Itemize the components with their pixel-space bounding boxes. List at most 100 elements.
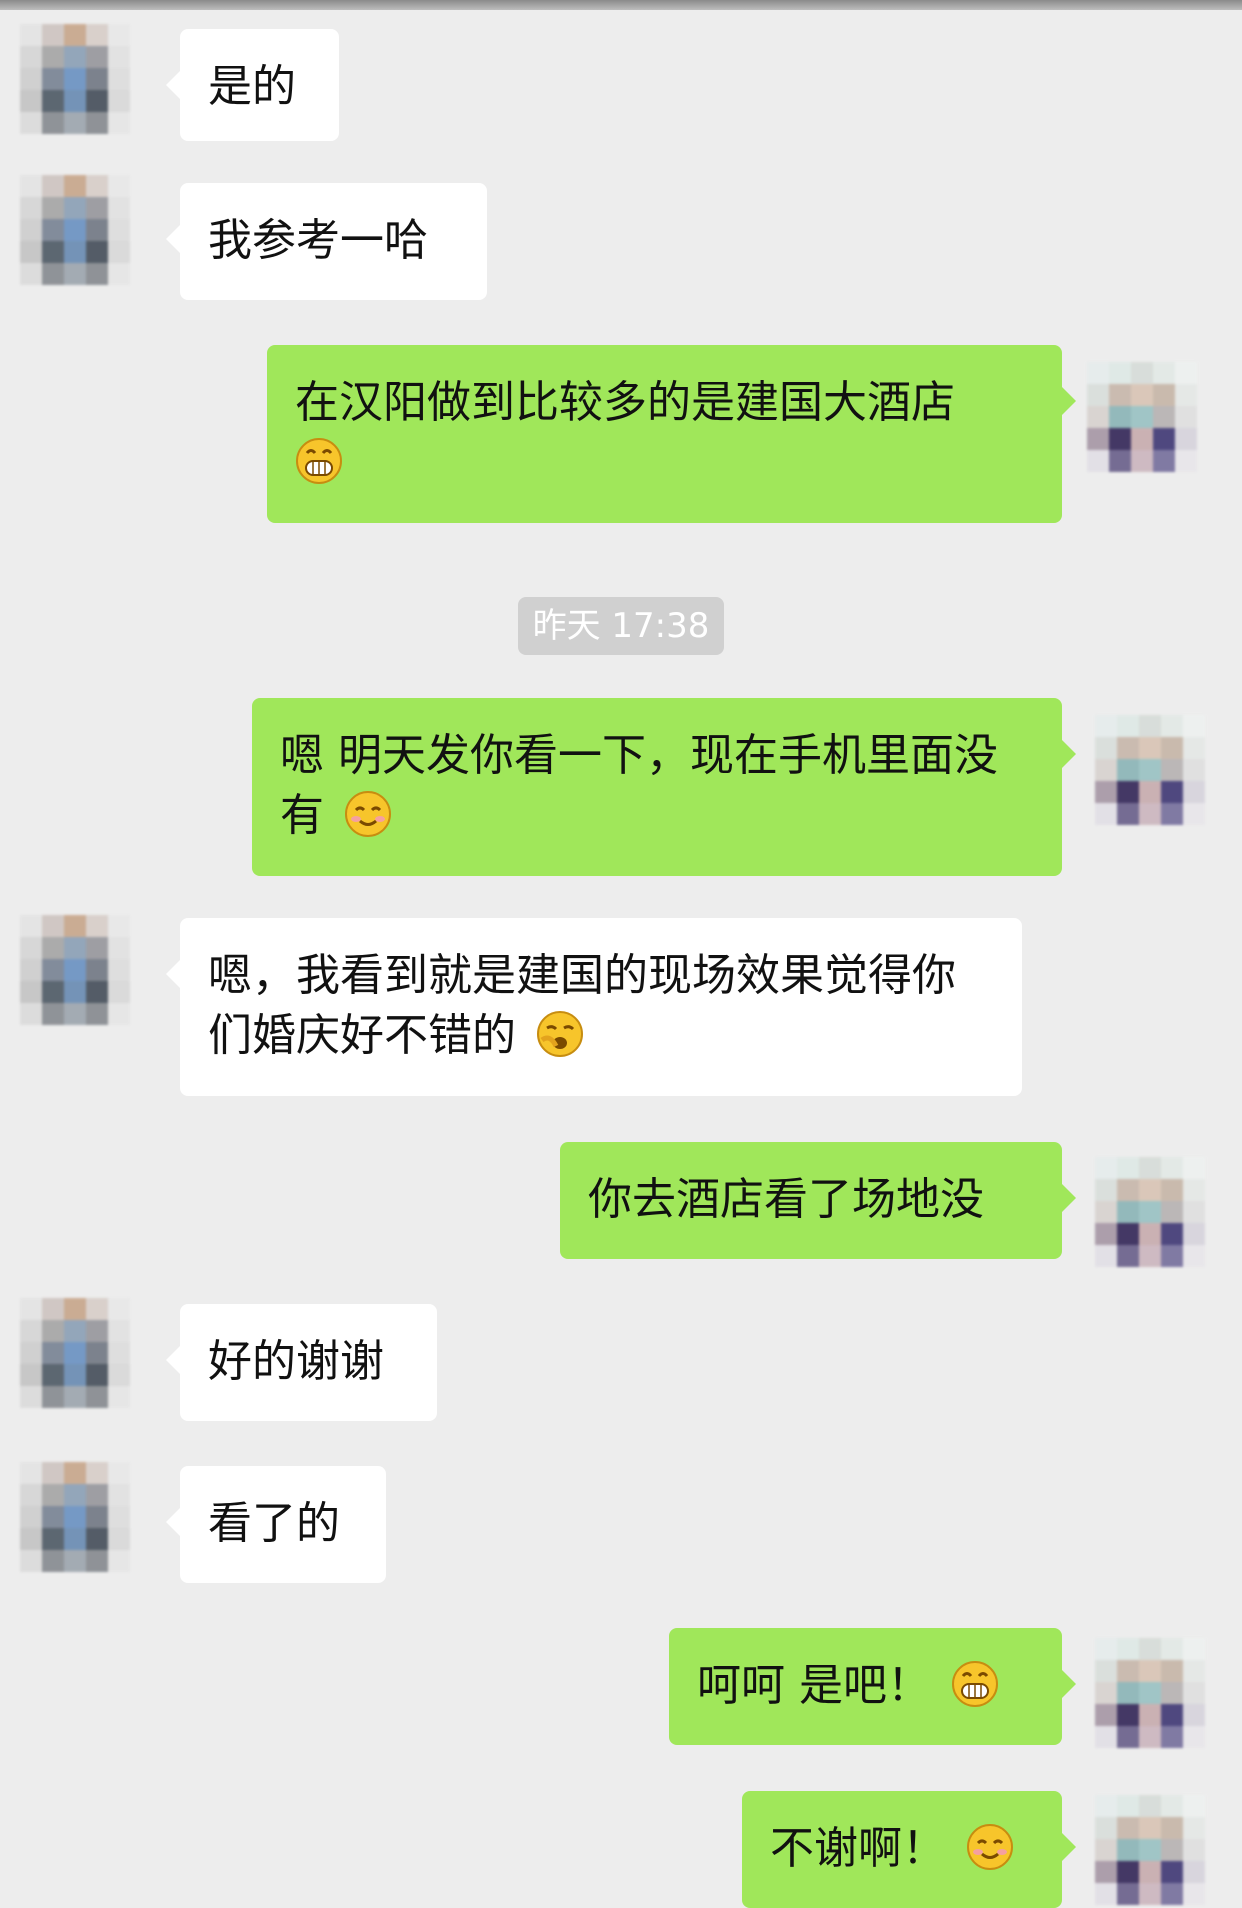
avatar-tile (86, 1364, 108, 1386)
avatar-tile (1183, 1817, 1205, 1839)
message-text: 我参考一哈 (208, 215, 428, 266)
self-avatar[interactable] (1095, 1795, 1205, 1905)
avatar-tile (42, 1320, 64, 1342)
avatar-tile (1153, 362, 1175, 384)
avatar-tile (20, 1298, 42, 1320)
self-avatar[interactable] (1095, 1638, 1205, 1748)
avatar-tile (20, 68, 42, 90)
message-bubble-outgoing[interactable]: 呵呵 是吧！ (669, 1628, 1076, 1745)
avatar-tile (20, 1364, 42, 1386)
avatar-tile (1161, 1839, 1183, 1861)
avatar-tile (86, 90, 108, 112)
message-timestamp: 昨天 17:38 (518, 597, 724, 655)
contact-avatar[interactable] (20, 1298, 130, 1408)
avatar-tile (1161, 1179, 1183, 1201)
avatar-tile (1175, 428, 1197, 450)
contact-avatar[interactable] (20, 1462, 130, 1572)
avatar-tile (42, 90, 64, 112)
avatar-tile (20, 1003, 42, 1025)
avatar-tile (64, 90, 86, 112)
message-bubble-incoming[interactable]: 是的 (166, 29, 339, 141)
avatar-tile (64, 241, 86, 263)
message-bubble-outgoing[interactable]: 不谢啊！ (742, 1791, 1076, 1908)
avatar-tile (1131, 362, 1153, 384)
avatar-tile (108, 1364, 130, 1386)
avatar-tile (108, 219, 130, 241)
message-bubble-outgoing[interactable]: 你去酒店看了场地没 (560, 1142, 1076, 1259)
message-bubble-outgoing[interactable]: 嗯 明天发你看一下，现在手机里面没有 (252, 698, 1076, 876)
avatar-tile (108, 1298, 130, 1320)
avatar-tile (42, 197, 64, 219)
contact-avatar[interactable] (20, 915, 130, 1025)
message-bubble-incoming[interactable]: 好的谢谢 (166, 1304, 437, 1421)
avatar-tile (20, 197, 42, 219)
grin-emoji-icon (295, 437, 343, 485)
avatar-tile (42, 1364, 64, 1386)
avatar-tile (86, 112, 108, 134)
avatar-tile (1087, 384, 1109, 406)
avatar-tile (1161, 1704, 1183, 1726)
avatar-tile (1139, 1682, 1161, 1704)
avatar-tile (1183, 1245, 1205, 1267)
avatar-tile (64, 263, 86, 285)
avatar-tile (86, 219, 108, 241)
avatar-tile (64, 1364, 86, 1386)
avatar-tile (1183, 803, 1205, 825)
avatar-tile (64, 959, 86, 981)
avatar-tile (1139, 737, 1161, 759)
avatar-tile (1161, 1682, 1183, 1704)
avatar-tile (1183, 1179, 1205, 1201)
avatar-tile (1095, 1704, 1117, 1726)
avatar-tile (108, 24, 130, 46)
avatar-tile (1161, 1883, 1183, 1905)
avatar-tile (1117, 1638, 1139, 1660)
self-avatar[interactable] (1095, 715, 1205, 825)
message-bubble-outgoing[interactable]: 在汉阳做到比较多的是建国大酒店 (267, 345, 1076, 523)
avatar-tile (1139, 1861, 1161, 1883)
avatar-tile (108, 1386, 130, 1408)
avatar-tile (1095, 759, 1117, 781)
message-bubble-incoming[interactable]: 我参考一哈 (166, 183, 487, 300)
avatar-tile (1175, 362, 1197, 384)
avatar-tile (1095, 1795, 1117, 1817)
avatar-tile (1095, 1157, 1117, 1179)
avatar-tile (1095, 1839, 1117, 1861)
avatar-tile (108, 197, 130, 219)
contact-avatar[interactable] (20, 24, 130, 134)
avatar-tile (86, 175, 108, 197)
message-bubble-incoming[interactable]: 嗯，我看到就是建国的现场效果觉得你们婚庆好不错的 (166, 918, 1022, 1096)
avatar-tile (108, 1550, 130, 1572)
avatar-tile (1139, 1157, 1161, 1179)
avatar-tile (108, 68, 130, 90)
avatar-tile (64, 112, 86, 134)
avatar-tile (1161, 759, 1183, 781)
avatar-tile (1095, 781, 1117, 803)
avatar-tile (86, 1003, 108, 1025)
avatar-tile (64, 1506, 86, 1528)
top-edge-bar (0, 0, 1242, 10)
avatar-tile (42, 981, 64, 1003)
avatar-tile (1183, 1883, 1205, 1905)
avatar-tile (1117, 1201, 1139, 1223)
avatar-tile (86, 981, 108, 1003)
contact-avatar[interactable] (20, 175, 130, 285)
avatar-tile (1161, 1223, 1183, 1245)
avatar-tile (1183, 1726, 1205, 1748)
self-avatar[interactable] (1087, 362, 1197, 472)
avatar-tile (1139, 715, 1161, 737)
avatar-tile (1117, 1223, 1139, 1245)
avatar-tile (20, 1550, 42, 1572)
self-avatar[interactable] (1095, 1157, 1205, 1267)
avatar-tile (1183, 1660, 1205, 1682)
avatar-tile (1095, 1245, 1117, 1267)
avatar-tile (1161, 715, 1183, 737)
avatar-tile (1161, 1726, 1183, 1748)
avatar-tile (20, 263, 42, 285)
message-text: 不谢啊！ (770, 1823, 946, 1874)
avatar-tile (1087, 428, 1109, 450)
avatar-tile (64, 1320, 86, 1342)
avatar-tile (1183, 1795, 1205, 1817)
avatar-tile (64, 68, 86, 90)
avatar-tile (1153, 384, 1175, 406)
message-bubble-incoming[interactable]: 看了的 (166, 1466, 386, 1583)
